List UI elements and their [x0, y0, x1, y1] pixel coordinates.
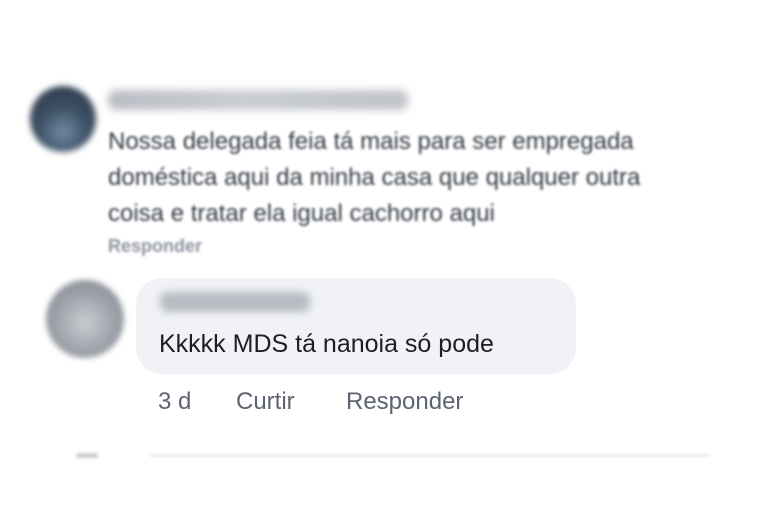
- next-comment-avatar-edge: [76, 453, 98, 458]
- avatar[interactable]: [46, 280, 124, 358]
- reply-actions: 3 d Curtir Responder: [158, 388, 463, 416]
- reply-link[interactable]: Responder: [108, 236, 202, 257]
- author-name-blurred[interactable]: [160, 292, 310, 312]
- top-comment: Nossa delegada feia tá mais para ser emp…: [0, 0, 774, 270]
- comment-text: Nossa delegada feia tá mais para ser emp…: [108, 128, 641, 227]
- avatar[interactable]: [30, 86, 96, 152]
- reply-link[interactable]: Responder: [346, 388, 463, 416]
- reply-text: Kkkkk MDS tá nanoia só pode: [159, 330, 494, 358]
- timestamp: 3 d: [158, 388, 192, 415]
- like-link[interactable]: Curtir: [236, 388, 346, 416]
- author-name-blurred[interactable]: [108, 90, 408, 110]
- divider: [150, 454, 710, 457]
- screenshot-stage: Nossa delegada feia tá mais para ser emp…: [0, 0, 774, 516]
